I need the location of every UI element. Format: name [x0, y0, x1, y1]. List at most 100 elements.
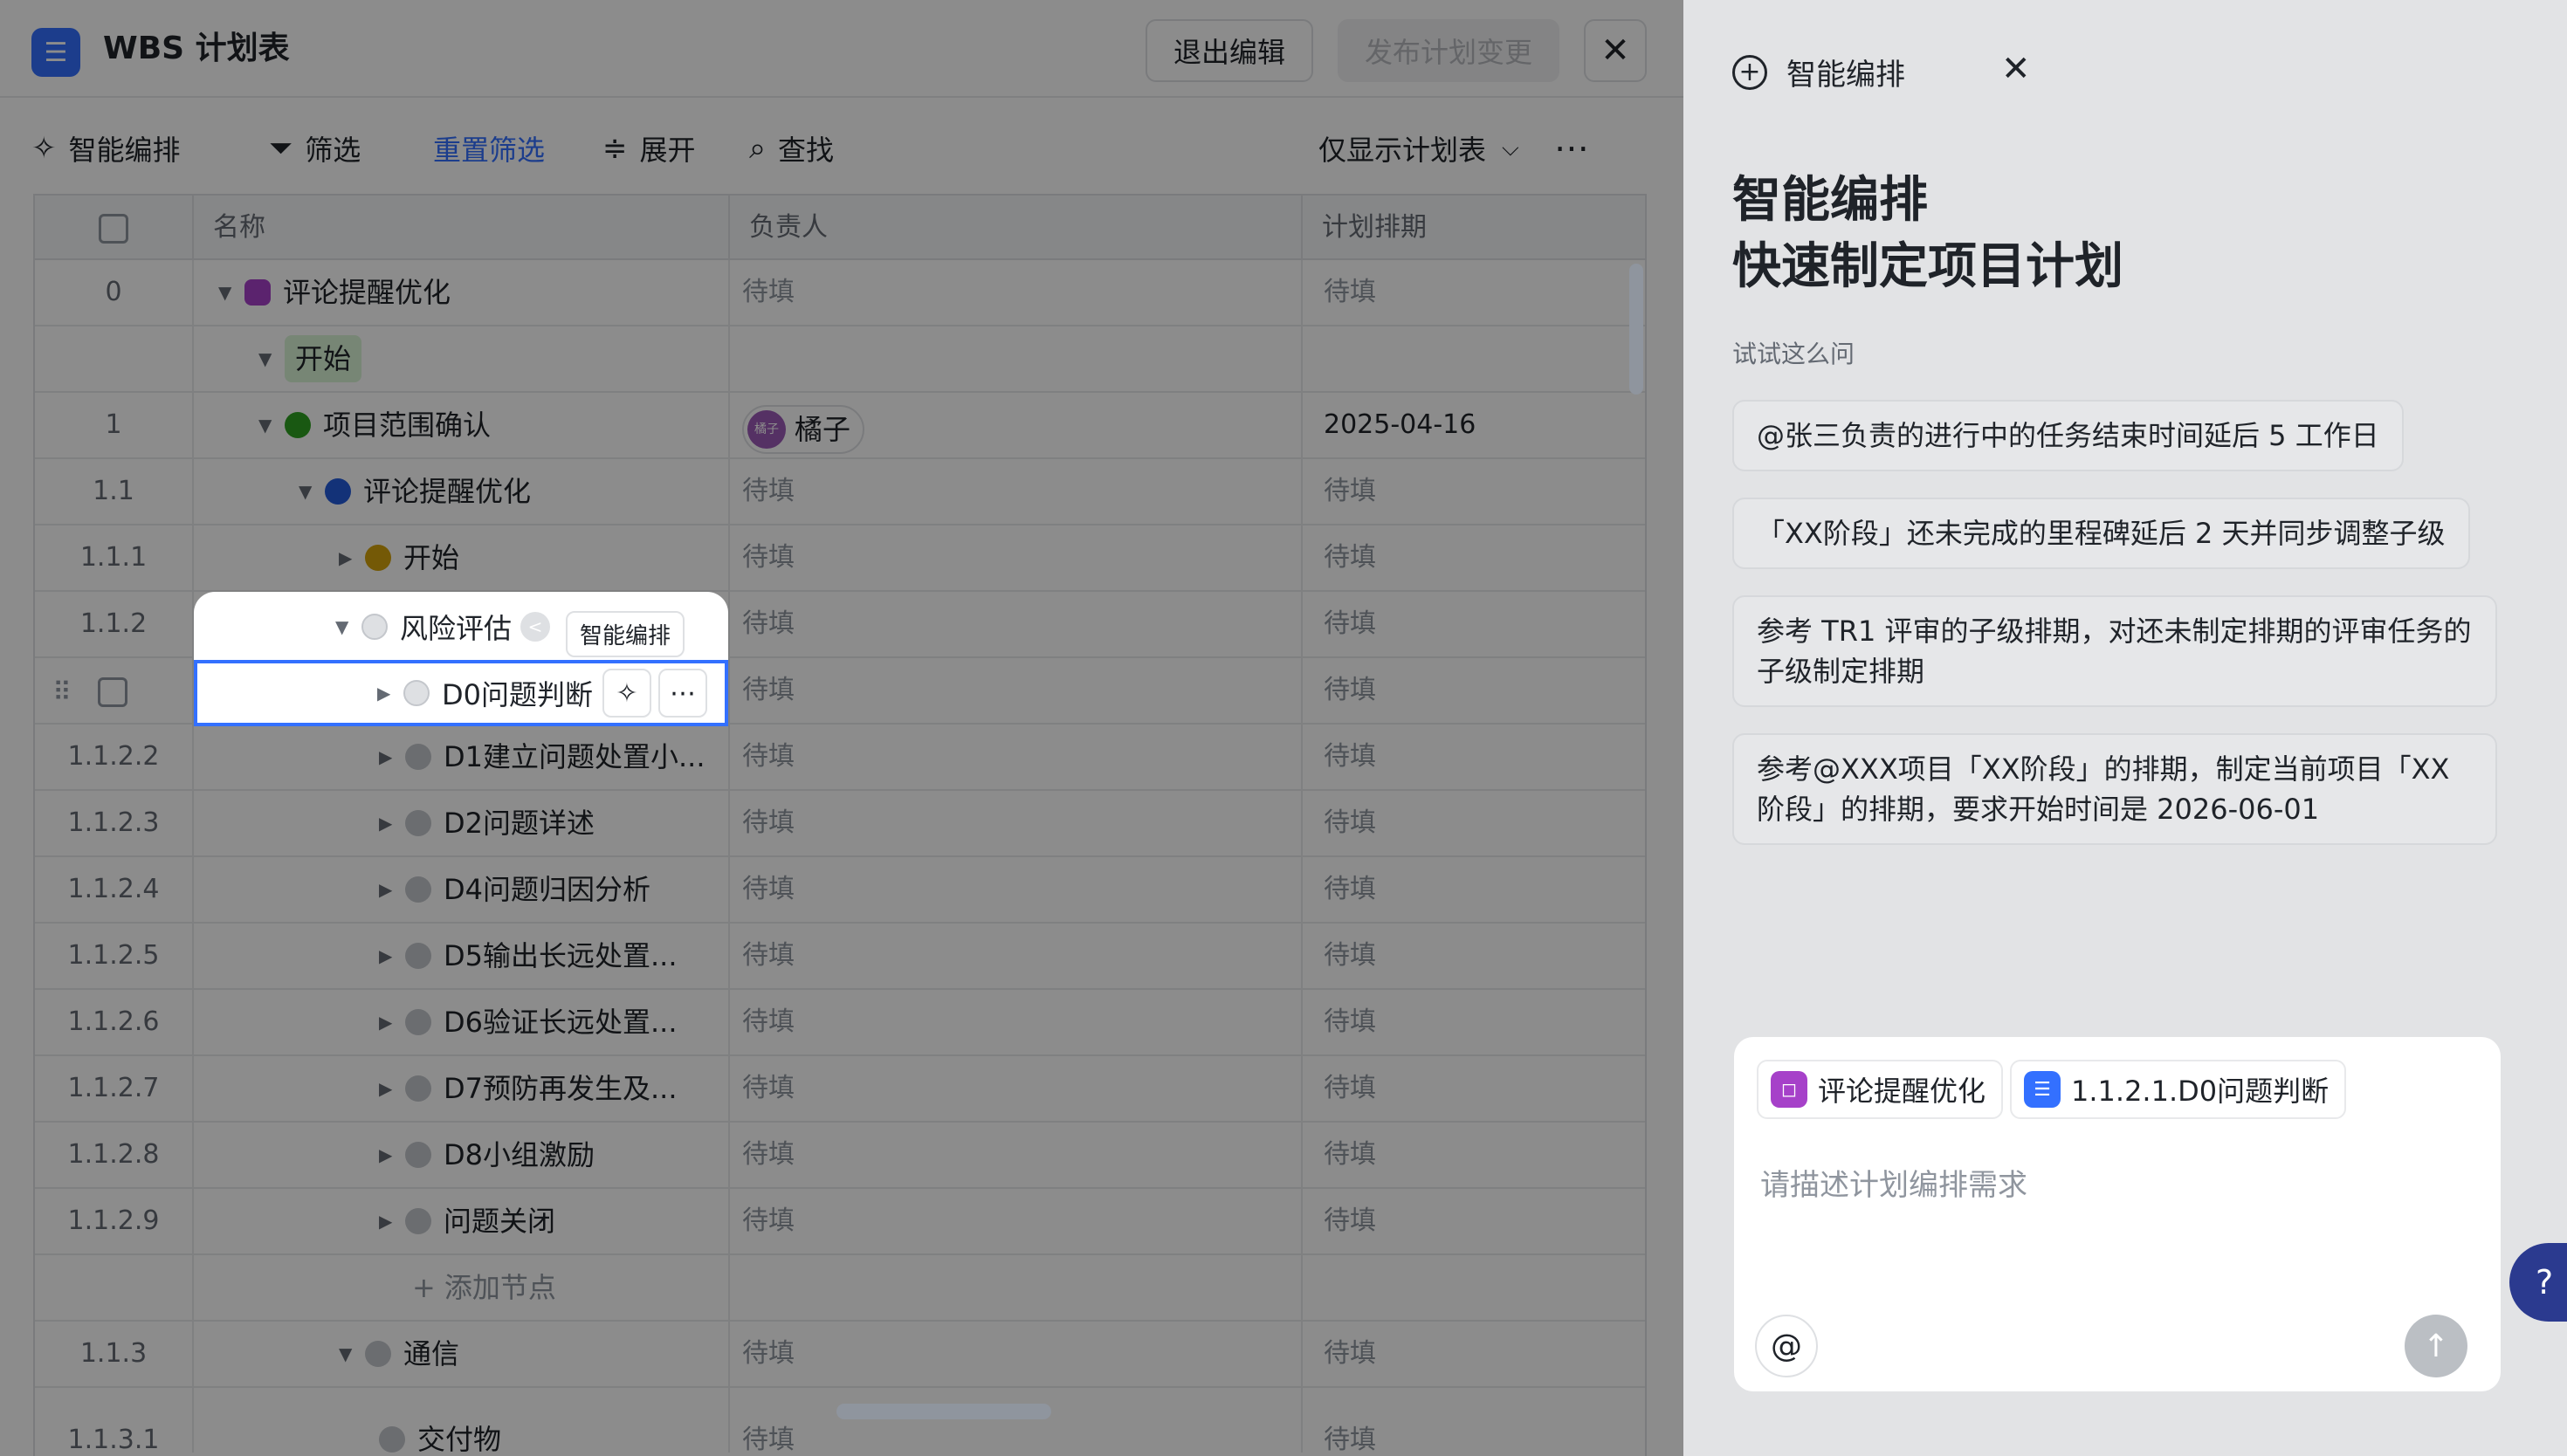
owner-cell[interactable]: 橘子 橘子	[730, 393, 1303, 457]
task-name[interactable]: 评论提醒优化	[283, 260, 451, 325]
task-name[interactable]: D0问题判断	[442, 673, 593, 713]
prompt-input[interactable]	[1760, 1159, 2459, 1212]
table-row[interactable]: 1.1.2.2 ▶ D1建立问题处置小... 待填 待填	[35, 725, 1645, 791]
table-row[interactable]: 1.1.3 ▼ 通信 待填 待填	[35, 1322, 1645, 1388]
task-name[interactable]: 项目范围确认	[323, 393, 491, 457]
task-name[interactable]: D1建立问题处置小...	[444, 725, 705, 789]
owner-cell[interactable]: 待填	[730, 658, 1303, 723]
owner-cell[interactable]: 待填	[730, 1388, 1303, 1453]
stage-tag[interactable]: 开始	[285, 335, 362, 382]
plan-cell[interactable]: 待填	[1303, 525, 1647, 590]
owner-cell[interactable]: 待填	[730, 725, 1303, 789]
table-row[interactable]: 1.1.3.1 交付物 待填 待填	[35, 1388, 1645, 1456]
vertical-scrollbar[interactable]	[1629, 264, 1643, 395]
task-name[interactable]: 交付物	[417, 1407, 501, 1453]
table-row[interactable]: 1.1.2.7 ▶ D7预防再发生及... 待填 待填	[35, 1056, 1645, 1123]
mention-button[interactable]: @	[1755, 1315, 1818, 1377]
expand-caret-icon[interactable]: ▶	[377, 683, 403, 704]
owner-cell[interactable]: 待填	[730, 1123, 1303, 1187]
suggestion-chip[interactable]: 参考@XXX项目「XX阶段」的排期，制定当前项目「XX阶段」的排期，要求开始时间…	[1732, 733, 2497, 845]
task-name[interactable]: D4问题归因分析	[444, 857, 650, 922]
view-select[interactable]: 仅显示计划表 ⌵	[1318, 122, 1519, 175]
suggestion-chip[interactable]: @张三负责的进行中的任务结束时间延后 5 工作日	[1732, 400, 2404, 471]
collapse-caret-icon[interactable]: ▼	[258, 393, 285, 457]
find-button[interactable]: ⌕ 查找	[749, 122, 834, 175]
owner-cell[interactable]: 待填	[730, 857, 1303, 922]
collapse-caret-icon[interactable]: ▼	[339, 1322, 365, 1386]
table-row[interactable]: 0 ▼ 评论提醒优化 待填 待填	[35, 260, 1645, 326]
more-options-icon[interactable]: ⋯	[1554, 122, 1589, 175]
row-checkbox[interactable]	[98, 677, 127, 707]
owner-cell[interactable]: 待填	[730, 459, 1303, 524]
owner-cell[interactable]: 待填	[730, 592, 1303, 656]
task-name[interactable]: D7预防再发生及...	[444, 1056, 678, 1121]
expand-button[interactable]: ≑ 展开	[602, 122, 696, 175]
table-row[interactable]: 1.1.2.6 ▶ D6验证长远处置... 待填 待填	[35, 990, 1645, 1056]
back-arrow-icon[interactable]: <	[520, 612, 551, 642]
expand-caret-icon[interactable]: ▶	[379, 1056, 405, 1121]
plan-cell[interactable]: 待填	[1303, 725, 1647, 789]
collapse-caret-icon[interactable]: ▼	[258, 326, 285, 391]
table-row[interactable]: 1.1.2.8 ▶ D8小组激励 待填 待填	[35, 1123, 1645, 1189]
row-more-button[interactable]: ⋯	[658, 669, 707, 718]
expand-caret-icon[interactable]: ▶	[379, 990, 405, 1054]
owner-cell[interactable]: 待填	[730, 260, 1303, 325]
task-name[interactable]: 问题关闭	[444, 1189, 555, 1253]
plan-cell[interactable]: 待填	[1303, 1189, 1647, 1253]
task-name[interactable]: D8小组激励	[444, 1123, 595, 1187]
plan-cell[interactable]: 待填	[1303, 592, 1647, 656]
task-name[interactable]: D6验证长远处置...	[444, 990, 678, 1054]
table-row[interactable]: ▼ 开始	[35, 326, 1645, 393]
drag-handle-icon[interactable]: ⠿	[52, 677, 72, 708]
collapse-caret-icon[interactable]: ▼	[218, 260, 244, 325]
expand-caret-icon[interactable]: ▶	[379, 924, 405, 988]
table-row[interactable]: 1.1.1 ▶ 开始 待填 待填	[35, 525, 1645, 592]
owner-cell[interactable]: 待填	[730, 525, 1303, 590]
task-name[interactable]: 开始	[403, 525, 459, 590]
task-name[interactable]: 评论提醒优化	[363, 459, 531, 524]
plan-cell[interactable]: 待填	[1303, 990, 1647, 1054]
context-chip-project[interactable]: ◻ 评论提醒优化	[1757, 1060, 2004, 1119]
column-header-owner[interactable]: 负责人	[730, 196, 1303, 260]
table-row[interactable]: 1 ▼ 项目范围确认 橘子 橘子 2025-04-16	[35, 393, 1645, 459]
expand-caret-icon[interactable]: ▶	[379, 725, 405, 789]
table-row[interactable]: 1.1.2.3 ▶ D2问题详述 待填 待填	[35, 791, 1645, 857]
plan-cell[interactable]: 待填	[1303, 1388, 1647, 1453]
plan-cell[interactable]: 待填	[1303, 260, 1647, 325]
suggestion-chip[interactable]: 参考 TR1 评审的子级排期，对还未制定排期的评审任务的子级制定排期	[1732, 595, 2497, 707]
plan-cell[interactable]: 待填	[1303, 791, 1647, 855]
close-panel-icon[interactable]: ✕	[2001, 49, 2031, 89]
filter-button[interactable]: ⏷ 筛选	[269, 122, 361, 175]
expand-caret-icon[interactable]: ▶	[379, 791, 405, 855]
plan-cell[interactable]: 待填	[1303, 1123, 1647, 1187]
plan-cell[interactable]: 待填	[1303, 924, 1647, 988]
expand-caret-icon[interactable]: ▶	[379, 857, 405, 922]
plan-cell[interactable]: 待填	[1303, 1322, 1647, 1386]
column-header-name[interactable]: 名称	[194, 196, 730, 260]
column-header-plan[interactable]: 计划排期	[1303, 196, 1647, 260]
expand-caret-icon[interactable]: ▶	[379, 1189, 405, 1253]
add-node-button[interactable]: + 添加节点	[194, 1255, 730, 1320]
table-row[interactable]: 1.1.2.5 ▶ D5输出长远处置... 待填 待填	[35, 924, 1645, 990]
owner-cell[interactable]: 待填	[730, 791, 1303, 855]
owner-cell[interactable]: 待填	[730, 1322, 1303, 1386]
plan-cell[interactable]: 待填	[1303, 1056, 1647, 1121]
close-editor-button[interactable]: ✕	[1584, 19, 1647, 82]
plan-cell[interactable]: 待填	[1303, 658, 1647, 723]
owner-chip[interactable]: 橘子 橘子	[742, 405, 865, 454]
expand-caret-icon[interactable]: ▶	[379, 1123, 405, 1187]
horizontal-scrollbar[interactable]	[836, 1404, 1051, 1419]
plan-cell[interactable]: 待填	[1303, 459, 1647, 524]
new-session-button[interactable]: + 智能编排	[1732, 51, 1905, 93]
owner-cell[interactable]: 待填	[730, 1189, 1303, 1253]
select-all-checkbox[interactable]	[99, 213, 128, 244]
expand-caret-icon[interactable]: ▶	[339, 525, 365, 590]
table-row[interactable]: 1.1 ▼ 评论提醒优化 待填 待填	[35, 459, 1645, 525]
task-name[interactable]: D5输出长远处置...	[444, 924, 678, 988]
context-chip-task[interactable]: ☰ 1.1.2.1.D0问题判断	[2010, 1060, 2347, 1119]
owner-cell[interactable]: 待填	[730, 990, 1303, 1054]
plan-cell[interactable]: 待填	[1303, 857, 1647, 922]
exit-edit-button[interactable]: 退出编辑	[1146, 19, 1313, 82]
owner-cell[interactable]: 待填	[730, 1056, 1303, 1121]
table-row[interactable]: 1.1.2.9 ▶ 问题关闭 待填 待填	[35, 1189, 1645, 1255]
